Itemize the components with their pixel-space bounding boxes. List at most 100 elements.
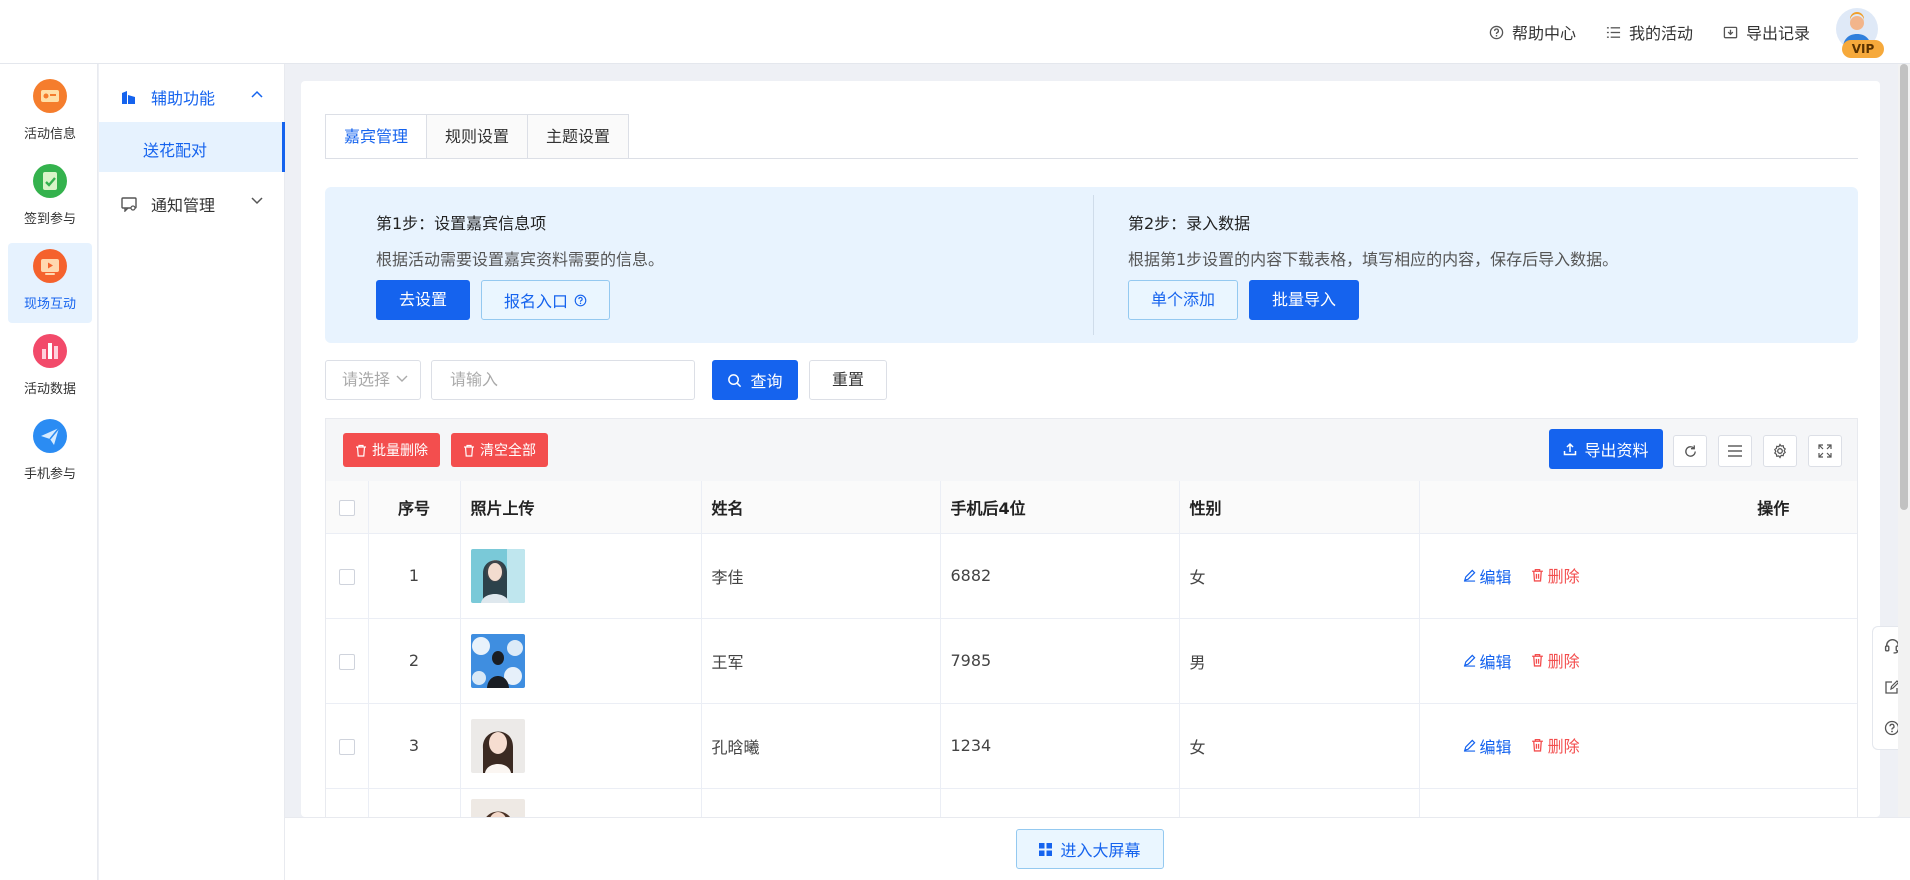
help-center-label: 帮助中心 — [1511, 24, 1576, 43]
subnav-group-notification[interactable]: 通知管理 — [99, 175, 285, 231]
delete-label: 删除 — [1547, 652, 1580, 672]
batch-delete-label: 批量删除 — [372, 443, 428, 459]
guest-photo[interactable] — [470, 718, 525, 773]
nav-item-activity-data[interactable]: 活动数据 — [8, 328, 92, 408]
row-name — [701, 788, 941, 817]
delete-label: 删除 — [1547, 567, 1580, 587]
step2-title: 第2步：录入数据 — [1128, 214, 1251, 233]
guest-table: 序号 照片上传 姓名 手机后4位 性别 操作 1 李佳 6882 女 编辑 删除… — [326, 481, 1857, 817]
row-operations: 编辑 删除 — [1419, 618, 1857, 704]
reset-button[interactable]: 重置 — [809, 360, 887, 400]
edit-button[interactable]: 编辑 — [1463, 649, 1512, 673]
go-setup-button[interactable]: 去设置 — [376, 280, 470, 320]
refresh-button[interactable] — [1673, 435, 1707, 467]
building-icon — [121, 90, 137, 104]
guest-table-panel: 批量删除 清空全部 导出资料 序号 照片上传 姓名 手机后4位 性别 操作 1 … — [325, 418, 1858, 817]
registration-entry-label: 报名入口 — [503, 292, 568, 311]
export-data-button[interactable]: 导出资料 — [1549, 429, 1663, 469]
my-activities-link[interactable]: 我的活动 — [1606, 20, 1693, 44]
nav-label: 现场互动 — [23, 297, 76, 312]
row-phone — [940, 788, 1180, 817]
refresh-icon — [1683, 444, 1698, 459]
row-select-cell — [326, 533, 369, 619]
subnav-group-assist[interactable]: 辅助功能 — [99, 68, 285, 124]
tab-divider — [325, 158, 1858, 159]
photo-cell — [460, 703, 702, 789]
column-settings-button[interactable] — [1763, 435, 1797, 467]
help-circle-icon — [574, 294, 587, 307]
photo-cell — [460, 618, 702, 704]
row-operations — [1419, 788, 1857, 817]
header-name: 姓名 — [701, 481, 941, 534]
tab-guest-management[interactable]: 嘉宾管理 — [325, 114, 427, 159]
step2-desc: 根据第1步设置的内容下载表格，填写相应的内容，保存后导入数据。 — [1128, 250, 1619, 269]
edit-button[interactable]: 编辑 — [1463, 734, 1512, 758]
enter-big-screen-label: 进入大屏幕 — [1060, 841, 1141, 860]
subnav-group-notification-label: 通知管理 — [151, 196, 216, 215]
delete-button[interactable]: 删除 — [1531, 563, 1580, 587]
list-icon — [1606, 25, 1621, 40]
batch-delete-button[interactable]: 批量删除 — [343, 433, 440, 467]
select-all-checkbox[interactable] — [338, 499, 355, 516]
top-links: 帮助中心 我的活动 导出记录 — [1489, 0, 1810, 64]
pencil-icon — [1463, 569, 1476, 582]
query-button[interactable]: 查询 — [712, 360, 798, 400]
single-add-button[interactable]: 单个添加 — [1128, 280, 1238, 320]
chevron-up-icon — [251, 90, 263, 98]
clear-all-button[interactable]: 清空全部 — [451, 433, 548, 467]
field-select[interactable]: 请选择 — [325, 360, 421, 400]
ticket-icon — [33, 79, 67, 113]
row-name: 李佳 — [701, 533, 941, 619]
guest-photo[interactable] — [470, 548, 525, 603]
pencil-icon — [1463, 739, 1476, 752]
density-button[interactable] — [1718, 435, 1752, 467]
edit-button[interactable]: 编辑 — [1463, 564, 1512, 588]
delete-button[interactable]: 删除 — [1531, 733, 1580, 757]
scrollbar-thumb[interactable] — [1900, 64, 1908, 510]
table-header-row: 序号 照片上传 姓名 手机后4位 性别 操作 — [326, 481, 1857, 534]
nav-item-checkin[interactable]: 签到参与 — [8, 158, 92, 238]
row-phone: 1234 — [940, 703, 1180, 789]
tab-theme-settings[interactable]: 主题设置 — [527, 114, 629, 159]
trash-icon — [1531, 653, 1544, 667]
trash-icon — [1531, 568, 1544, 582]
row-select-cell — [326, 703, 369, 789]
header-index: 序号 — [368, 481, 461, 534]
table-row: 1 李佳 6882 女 编辑 删除 — [326, 533, 1857, 619]
nav-item-live-interaction[interactable]: 现场互动 — [8, 243, 92, 323]
tab-rule-settings[interactable]: 规则设置 — [426, 114, 528, 159]
row-checkbox[interactable] — [338, 653, 355, 670]
subnav-item-flower-pairing[interactable]: 送花配对 — [99, 122, 285, 172]
row-operations: 编辑 删除 — [1419, 533, 1857, 619]
notification-icon — [121, 197, 137, 212]
nav-item-activity-info[interactable]: 活动信息 — [8, 73, 92, 153]
my-activities-label: 我的活动 — [1628, 24, 1693, 43]
subnav-group-assist-label: 辅助功能 — [151, 89, 216, 108]
table-row — [326, 788, 1857, 817]
edit-label: 编辑 — [1479, 652, 1512, 672]
gear-icon — [1772, 443, 1788, 459]
export-records-link[interactable]: 导出记录 — [1723, 20, 1810, 44]
row-checkbox[interactable] — [338, 568, 355, 585]
nav-item-mobile-participation[interactable]: 手机参与 — [8, 413, 92, 493]
page-scrollbar[interactable] — [1898, 64, 1910, 817]
delete-label: 删除 — [1547, 737, 1580, 757]
help-center-link[interactable]: 帮助中心 — [1489, 20, 1576, 44]
enter-big-screen-button[interactable]: 进入大屏幕 — [1016, 829, 1164, 869]
row-phone: 6882 — [940, 533, 1180, 619]
guest-photo[interactable] — [470, 633, 525, 688]
row-index — [368, 788, 461, 817]
delete-button[interactable]: 删除 — [1531, 648, 1580, 672]
search-input[interactable]: 请输入 — [431, 360, 695, 400]
paper-plane-icon — [33, 419, 67, 453]
export-records-label: 导出记录 — [1745, 24, 1810, 43]
row-index: 1 — [368, 533, 461, 619]
fullscreen-button[interactable] — [1808, 435, 1842, 467]
row-checkbox[interactable] — [338, 738, 355, 755]
registration-entry-button[interactable]: 报名入口 — [481, 280, 610, 320]
fullscreen-icon — [1818, 444, 1832, 458]
edit-label: 编辑 — [1479, 737, 1512, 757]
guest-photo[interactable] — [470, 798, 525, 817]
select-placeholder: 请选择 — [342, 370, 391, 389]
batch-import-button[interactable]: 批量导入 — [1249, 280, 1359, 320]
